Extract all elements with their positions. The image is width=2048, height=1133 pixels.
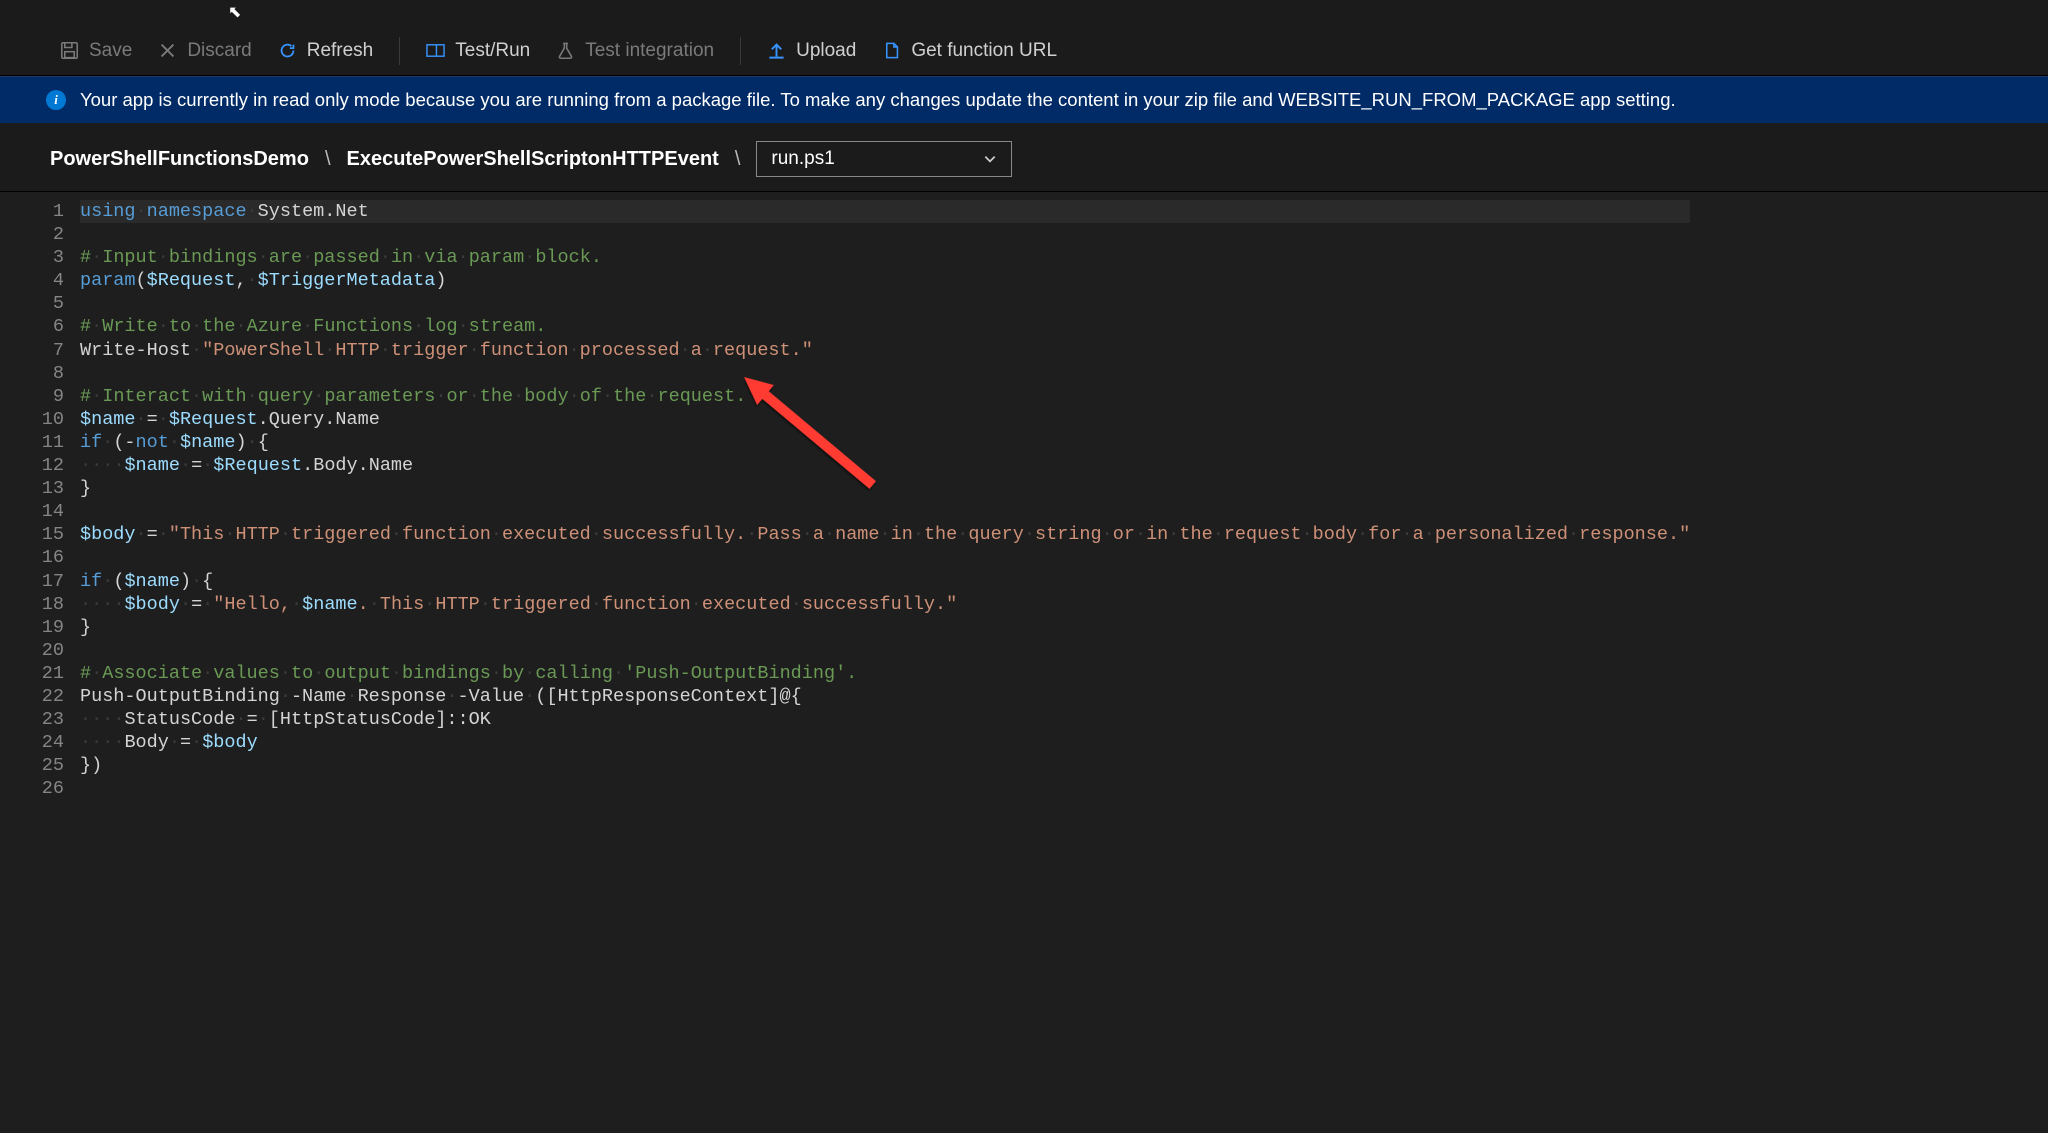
breadcrumb: PowerShellFunctionsDemo \ ExecutePowerSh… [0, 123, 2048, 192]
line-number: 9 [0, 385, 64, 408]
flask-icon [556, 41, 575, 60]
line-number: 8 [0, 362, 64, 385]
info-banner-text: Your app is currently in read only mode … [80, 89, 1676, 111]
code-line[interactable]: using·namespace·System.Net [80, 200, 1690, 223]
get-function-url-label: Get function URL [911, 40, 1057, 62]
line-number: 6 [0, 315, 64, 338]
close-icon [158, 41, 177, 60]
test-integration-label: Test integration [585, 40, 714, 62]
breadcrumb-sep: \ [735, 148, 741, 171]
line-number: 16 [0, 546, 64, 569]
toolbar-divider [399, 37, 400, 65]
code-line[interactable]: $name·=·$Request.Query.Name [80, 408, 1690, 431]
test-integration-button[interactable]: Test integration [556, 40, 714, 62]
line-number: 20 [0, 639, 64, 662]
code-line[interactable] [80, 223, 1690, 246]
code-line[interactable]: $body·=·"This·HTTP·triggered·function·ex… [80, 523, 1690, 546]
panel-icon [426, 41, 445, 60]
code-line[interactable]: ····$name·=·$Request.Body.Name [80, 454, 1690, 477]
refresh-icon [278, 41, 297, 60]
test-run-button[interactable]: Test/Run [426, 40, 530, 62]
code-line[interactable]: if·(-not·$name)·{ [80, 431, 1690, 454]
code-line[interactable]: Write-Host·"PowerShell·HTTP·trigger·func… [80, 339, 1690, 362]
code-line[interactable] [80, 546, 1690, 569]
line-number: 23 [0, 708, 64, 731]
code-line[interactable]: ····Body·=·$body [80, 731, 1690, 754]
line-number: 24 [0, 731, 64, 754]
code-line[interactable]: ····StatusCode·=·[HttpStatusCode]::OK [80, 708, 1690, 731]
line-number: 13 [0, 477, 64, 500]
line-number: 19 [0, 616, 64, 639]
line-number: 2 [0, 223, 64, 246]
link-file-icon [882, 41, 901, 60]
line-number: 14 [0, 500, 64, 523]
code-line[interactable]: param($Request,·$TriggerMetadata) [80, 269, 1690, 292]
line-number: 12 [0, 454, 64, 477]
chevron-down-icon [983, 152, 997, 166]
save-icon [60, 41, 79, 60]
top-spacer [0, 0, 2048, 26]
code-line[interactable] [80, 639, 1690, 662]
code-editor[interactable]: 1234567891011121314151617181920212223242… [0, 192, 2048, 1133]
breadcrumb-func[interactable]: ExecutePowerShellScriptonHTTPEvent [347, 148, 719, 171]
toolbar-divider-2 [740, 37, 741, 65]
code-line[interactable]: #·Input·bindings·are·passed·in·via·param… [80, 246, 1690, 269]
discard-button[interactable]: Discard [158, 40, 251, 62]
line-number: 11 [0, 431, 64, 454]
breadcrumb-root[interactable]: PowerShellFunctionsDemo [50, 148, 309, 171]
line-number: 3 [0, 246, 64, 269]
code-line[interactable]: #·Write·to·the·Azure·Functions·log·strea… [80, 315, 1690, 338]
line-number: 17 [0, 570, 64, 593]
line-number: 15 [0, 523, 64, 546]
code-line[interactable]: #·Interact·with·query·parameters·or·the·… [80, 385, 1690, 408]
code-line[interactable] [80, 777, 1690, 800]
code-content[interactable]: using·namespace·System.Net #·Input·bindi… [80, 192, 1690, 1133]
upload-label: Upload [796, 40, 856, 62]
code-line[interactable]: } [80, 616, 1690, 639]
code-line[interactable] [80, 500, 1690, 523]
code-line[interactable] [80, 362, 1690, 385]
line-number: 25 [0, 754, 64, 777]
code-line[interactable]: if·($name)·{ [80, 570, 1690, 593]
line-gutter: 1234567891011121314151617181920212223242… [0, 192, 80, 1133]
file-dropdown-value: run.ps1 [771, 148, 834, 170]
line-number: 26 [0, 777, 64, 800]
info-icon: i [46, 90, 66, 110]
refresh-button[interactable]: Refresh [278, 40, 374, 62]
upload-icon [767, 41, 786, 60]
file-dropdown[interactable]: run.ps1 [756, 141, 1012, 177]
line-number: 10 [0, 408, 64, 431]
discard-label: Discard [187, 40, 251, 62]
code-line[interactable]: ····$body·=·"Hello,·$name.·This·HTTP·tri… [80, 593, 1690, 616]
code-line[interactable] [80, 292, 1690, 315]
code-line[interactable]: }) [80, 754, 1690, 777]
code-line[interactable]: Push-OutputBinding·-Name·Response·-Value… [80, 685, 1690, 708]
command-toolbar: Save Discard Refresh Test/Run Test integ… [0, 26, 2048, 76]
line-number: 22 [0, 685, 64, 708]
refresh-label: Refresh [307, 40, 374, 62]
code-line[interactable]: } [80, 477, 1690, 500]
code-line[interactable]: #·Associate·values·to·output·bindings·by… [80, 662, 1690, 685]
line-number: 7 [0, 339, 64, 362]
breadcrumb-sep: \ [325, 148, 331, 171]
line-number: 1 [0, 200, 64, 223]
line-number: 18 [0, 593, 64, 616]
info-banner: i Your app is currently in read only mod… [0, 76, 2048, 123]
line-number: 4 [0, 269, 64, 292]
line-number: 5 [0, 292, 64, 315]
save-label: Save [89, 40, 132, 62]
line-number: 21 [0, 662, 64, 685]
test-run-label: Test/Run [455, 40, 530, 62]
get-function-url-button[interactable]: Get function URL [882, 40, 1057, 62]
upload-button[interactable]: Upload [767, 40, 856, 62]
save-button[interactable]: Save [60, 40, 132, 62]
